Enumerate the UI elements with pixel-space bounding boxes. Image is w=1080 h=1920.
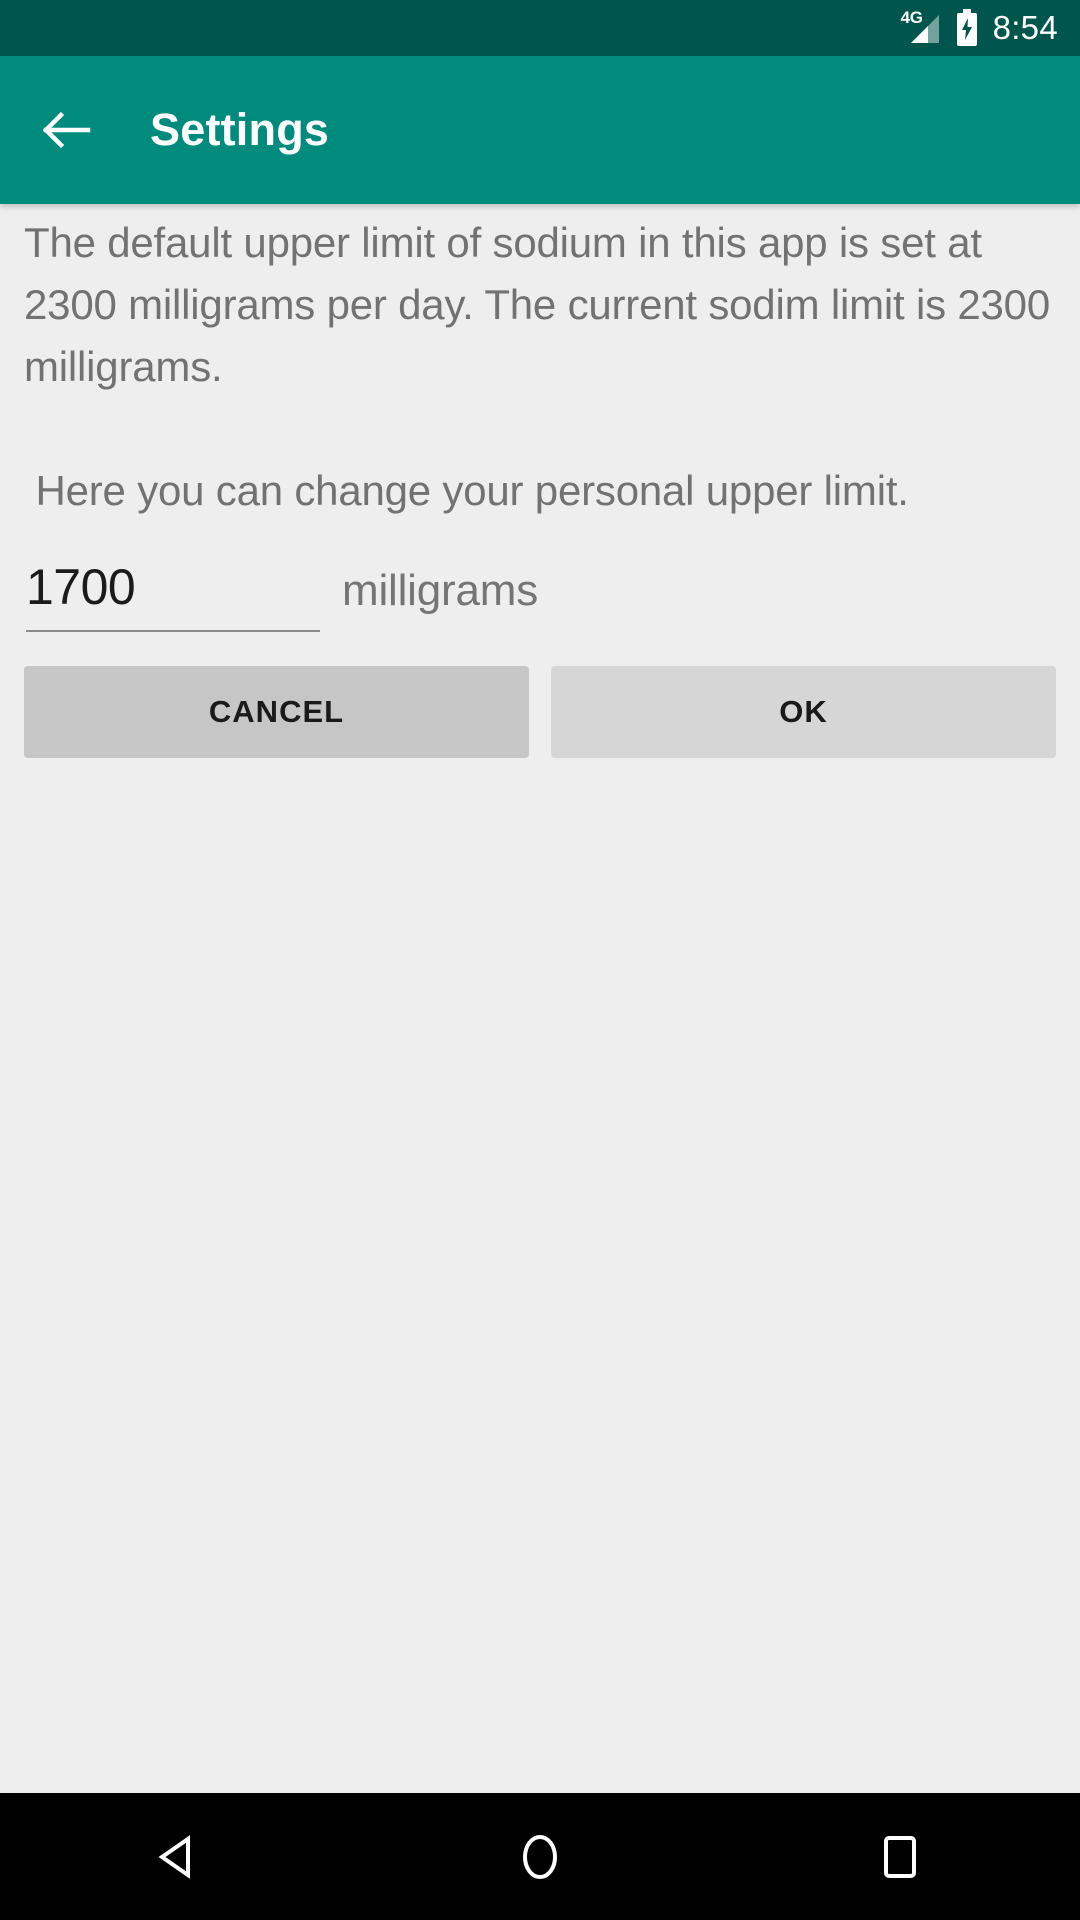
battery-charging-icon (955, 9, 979, 47)
unit-label: milligrams (342, 566, 539, 615)
status-bar: 4G 8:54 (0, 0, 1080, 56)
phone-screen: 4G 8:54 Settings The default upper limit… (0, 0, 1080, 1920)
back-arrow-icon[interactable] (38, 103, 92, 157)
network-type-label: 4G (900, 8, 923, 27)
signal-bars-icon: 4G (900, 8, 941, 47)
limit-input-row: milligrams (24, 558, 1056, 632)
nav-recents-square-icon[interactable] (825, 1793, 975, 1920)
page-title: Settings (150, 104, 330, 155)
system-nav-bar (0, 1793, 1080, 1920)
nav-home-circle-icon[interactable] (465, 1793, 615, 1920)
status-bar-clock: 8:54 (992, 8, 1058, 46)
cancel-button[interactable]: CANCEL (24, 666, 529, 758)
app-toolbar: Settings (0, 56, 1080, 204)
sodium-limit-description: The default upper limit of sodium in thi… (24, 219, 1051, 514)
status-bar-icons: 4G 8:54 (900, 8, 1058, 47)
settings-content: The default upper limit of sodium in thi… (0, 204, 1080, 1793)
ok-button[interactable]: OK (551, 666, 1056, 758)
nav-back-triangle-icon[interactable] (105, 1793, 255, 1920)
dialog-button-row: CANCEL OK (24, 666, 1056, 758)
sodium-limit-input[interactable] (26, 558, 320, 632)
